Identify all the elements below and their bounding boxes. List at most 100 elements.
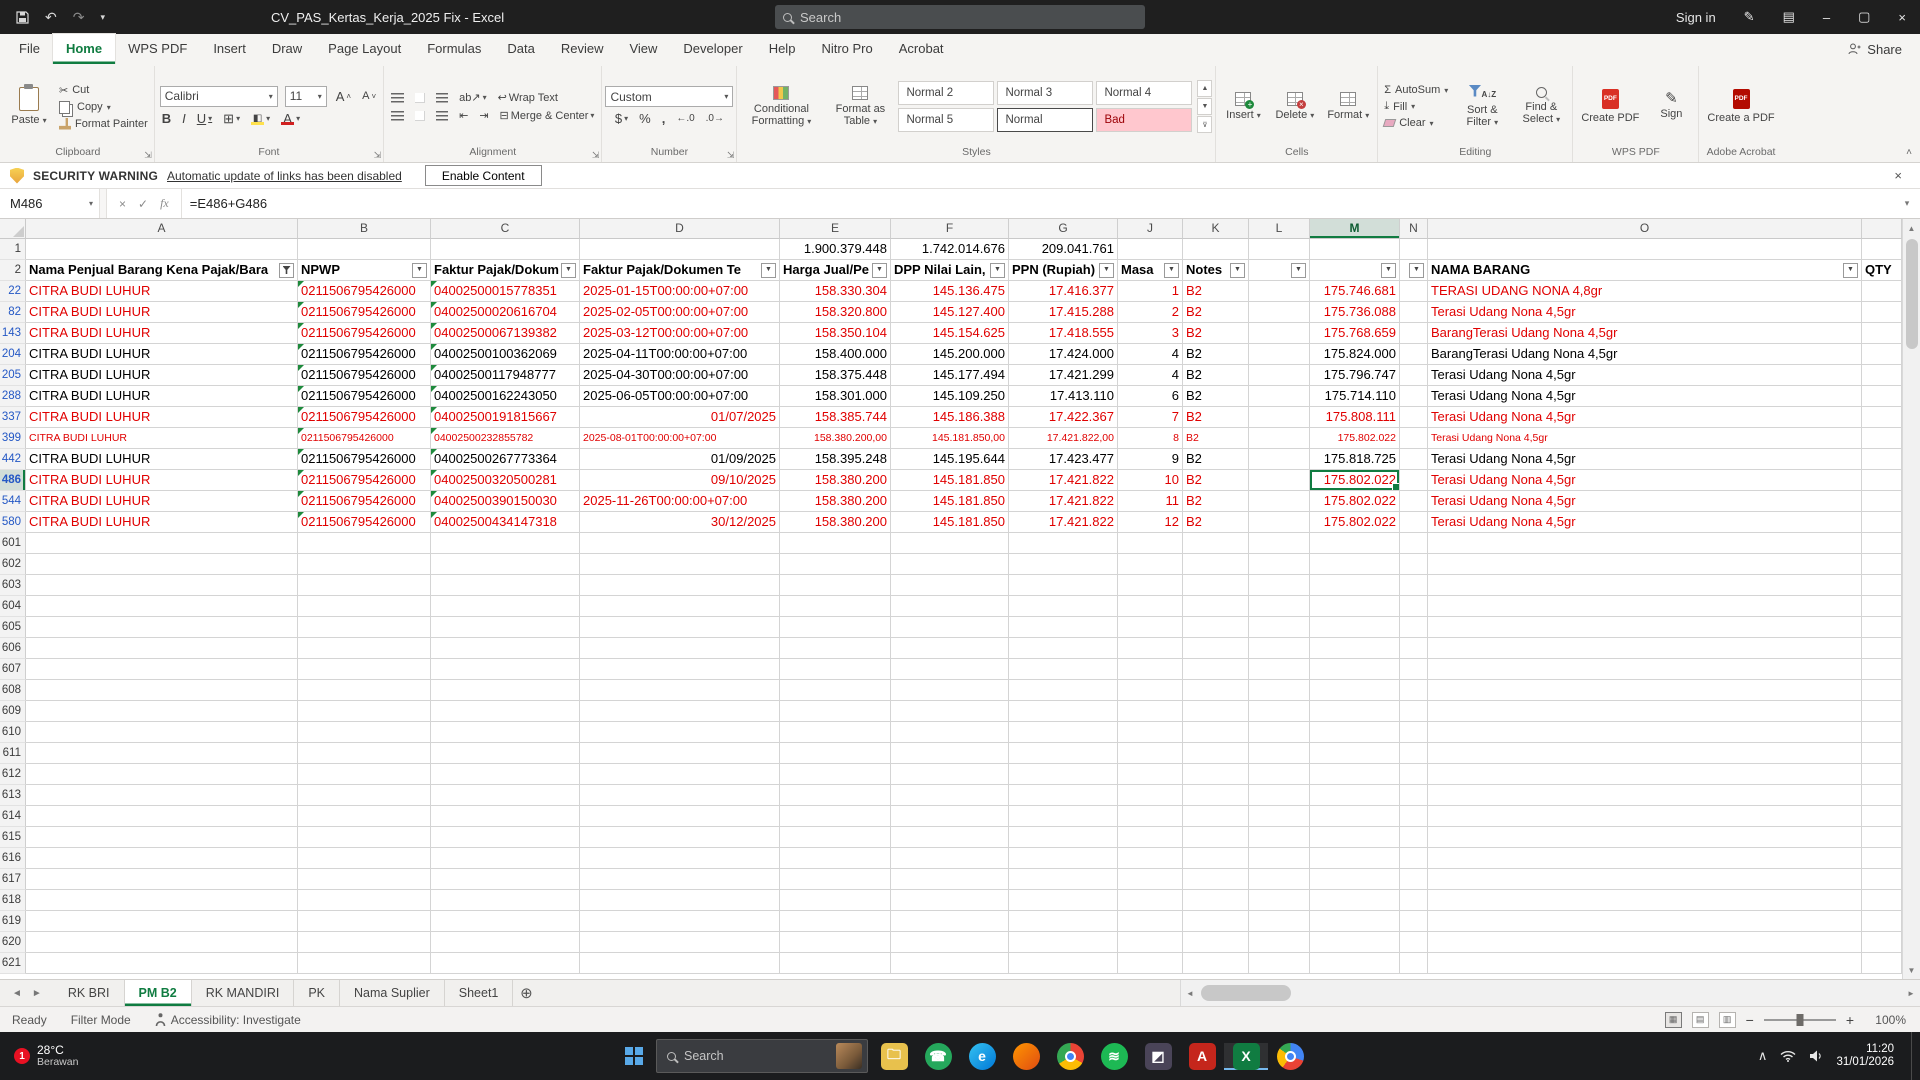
- show-desktop-button[interactable]: [1911, 1032, 1916, 1080]
- speaker-icon[interactable]: [1809, 1050, 1823, 1062]
- cell-l612[interactable]: [1249, 764, 1310, 785]
- titlebar-search-box[interactable]: Search: [775, 5, 1145, 29]
- cell-a143[interactable]: CITRA BUDI LUHUR: [26, 323, 298, 344]
- cell-o22[interactable]: TERASI UDANG NONA 4,8gr: [1428, 281, 1862, 302]
- cell-o607[interactable]: [1428, 659, 1862, 680]
- horizontal-scroll-thumb[interactable]: [1201, 985, 1291, 1001]
- cell-a601[interactable]: [26, 533, 298, 554]
- sheet-tab-pm-b2[interactable]: PM B2: [124, 980, 192, 1006]
- cell-g399[interactable]: 17.421.822,00: [1009, 428, 1118, 449]
- cell-g612[interactable]: [1009, 764, 1118, 785]
- cell-g606[interactable]: [1009, 638, 1118, 659]
- sheet-tab-nama-suplier[interactable]: Nama Suplier: [340, 980, 445, 1006]
- cell-d143[interactable]: 2025-03-12T00:00:00+07:00: [580, 323, 780, 344]
- cell-o337[interactable]: Terasi Udang Nona 4,5gr: [1428, 407, 1862, 428]
- cell-n613[interactable]: [1400, 785, 1428, 806]
- cell-k288[interactable]: B2: [1183, 386, 1249, 407]
- cell-d82[interactable]: 2025-02-05T00:00:00+07:00: [580, 302, 780, 323]
- row-header-603[interactable]: 603: [0, 575, 26, 596]
- cell-f616[interactable]: [891, 848, 1009, 869]
- cell-g143[interactable]: 17.418.555: [1009, 323, 1118, 344]
- cell-b580[interactable]: 0211506795426000: [298, 512, 431, 533]
- collapse-ribbon-icon[interactable]: ˄: [1906, 147, 1912, 158]
- row-header-1[interactable]: 1: [0, 239, 26, 260]
- minimize-button[interactable]: –: [1809, 0, 1844, 34]
- cell-p620[interactable]: [1862, 932, 1902, 953]
- cell-c614[interactable]: [431, 806, 580, 827]
- start-button[interactable]: [612, 1032, 656, 1080]
- cell-style-normal-3[interactable]: Normal 3: [997, 81, 1094, 105]
- cell-b82[interactable]: 0211506795426000: [298, 302, 431, 323]
- formula-input[interactable]: =E486+G486: [182, 189, 1894, 218]
- cell-c606[interactable]: [431, 638, 580, 659]
- find-select-button[interactable]: Find & Select ▾: [1513, 84, 1569, 129]
- cell-b205[interactable]: 0211506795426000: [298, 365, 431, 386]
- cell-p606[interactable]: [1862, 638, 1902, 659]
- cell-1-b[interactable]: [298, 239, 431, 260]
- format-cells-button[interactable]: Format ▾: [1322, 89, 1374, 125]
- taskbar-search-box[interactable]: Search: [656, 1039, 868, 1073]
- cell-1-j[interactable]: [1118, 239, 1183, 260]
- cell-n580[interactable]: [1400, 512, 1428, 533]
- cell-l607[interactable]: [1249, 659, 1310, 680]
- cell-f580[interactable]: 145.181.850: [891, 512, 1009, 533]
- cell-c601[interactable]: [431, 533, 580, 554]
- cell-j204[interactable]: 4: [1118, 344, 1183, 365]
- cell-e82[interactable]: 158.320.800: [780, 302, 891, 323]
- cell-c580[interactable]: 04002500434147318: [431, 512, 580, 533]
- cell-o617[interactable]: [1428, 869, 1862, 890]
- cell-l337[interactable]: [1249, 407, 1310, 428]
- cell-a608[interactable]: [26, 680, 298, 701]
- row-header-613[interactable]: 613: [0, 785, 26, 806]
- cell-c620[interactable]: [431, 932, 580, 953]
- cell-m607[interactable]: [1310, 659, 1400, 680]
- taskbar-weather-widget[interactable]: 1 28°C Berawan: [8, 1032, 84, 1080]
- cell-l619[interactable]: [1249, 911, 1310, 932]
- scroll-left-icon[interactable]: ◄: [1181, 989, 1199, 998]
- cell-1-a[interactable]: [26, 239, 298, 260]
- cell-m612[interactable]: [1310, 764, 1400, 785]
- cell-c613[interactable]: [431, 785, 580, 806]
- close-button[interactable]: ×: [1884, 0, 1920, 34]
- cell-e604[interactable]: [780, 596, 891, 617]
- cell-e205[interactable]: 158.375.448: [780, 365, 891, 386]
- cell-g615[interactable]: [1009, 827, 1118, 848]
- cell-l614[interactable]: [1249, 806, 1310, 827]
- cell-k544[interactable]: B2: [1183, 491, 1249, 512]
- cell-d603[interactable]: [580, 575, 780, 596]
- header-cell-notes[interactable]: Notes ▼: [1183, 260, 1249, 281]
- header-cell-faktur-pajak-dokum[interactable]: Faktur Pajak/Dokum ▼: [431, 260, 580, 281]
- cell-f143[interactable]: 145.154.625: [891, 323, 1009, 344]
- cell-f615[interactable]: [891, 827, 1009, 848]
- cell-g204[interactable]: 17.424.000: [1009, 344, 1118, 365]
- cell-d607[interactable]: [580, 659, 780, 680]
- cell-m615[interactable]: [1310, 827, 1400, 848]
- cell-m204[interactable]: 175.824.000: [1310, 344, 1400, 365]
- cell-e611[interactable]: [780, 743, 891, 764]
- comma-style-button[interactable]: ,: [660, 110, 668, 127]
- filter-dropdown-icon[interactable]: ▼: [761, 262, 776, 278]
- row-header-602[interactable]: 602: [0, 554, 26, 575]
- cell-d614[interactable]: [580, 806, 780, 827]
- row-header-610[interactable]: 610: [0, 722, 26, 743]
- cell-p544[interactable]: [1862, 491, 1902, 512]
- cell-b612[interactable]: [298, 764, 431, 785]
- cell-p143[interactable]: [1862, 323, 1902, 344]
- cell-b607[interactable]: [298, 659, 431, 680]
- cell-m614[interactable]: [1310, 806, 1400, 827]
- cell-j615[interactable]: [1118, 827, 1183, 848]
- header-cell-nama-penjual-barang-kena-pajak-bara[interactable]: Nama Penjual Barang Kena Pajak/Bara: [26, 260, 298, 281]
- cell-l605[interactable]: [1249, 617, 1310, 638]
- ribbon-tab-draw[interactable]: Draw: [259, 34, 315, 64]
- cell-j606[interactable]: [1118, 638, 1183, 659]
- cell-k606[interactable]: [1183, 638, 1249, 659]
- cancel-icon[interactable]: ×: [119, 197, 126, 211]
- increase-indent-button[interactable]: ⇥: [477, 108, 490, 123]
- taskbar-app-chrome[interactable]: [1048, 1042, 1092, 1070]
- cell-d288[interactable]: 2025-06-05T00:00:00+07:00: [580, 386, 780, 407]
- cell-b337[interactable]: 0211506795426000: [298, 407, 431, 428]
- cell-c337[interactable]: 04002500191815667: [431, 407, 580, 428]
- cell-m143[interactable]: 175.768.659: [1310, 323, 1400, 344]
- cell-l613[interactable]: [1249, 785, 1310, 806]
- cell-l615[interactable]: [1249, 827, 1310, 848]
